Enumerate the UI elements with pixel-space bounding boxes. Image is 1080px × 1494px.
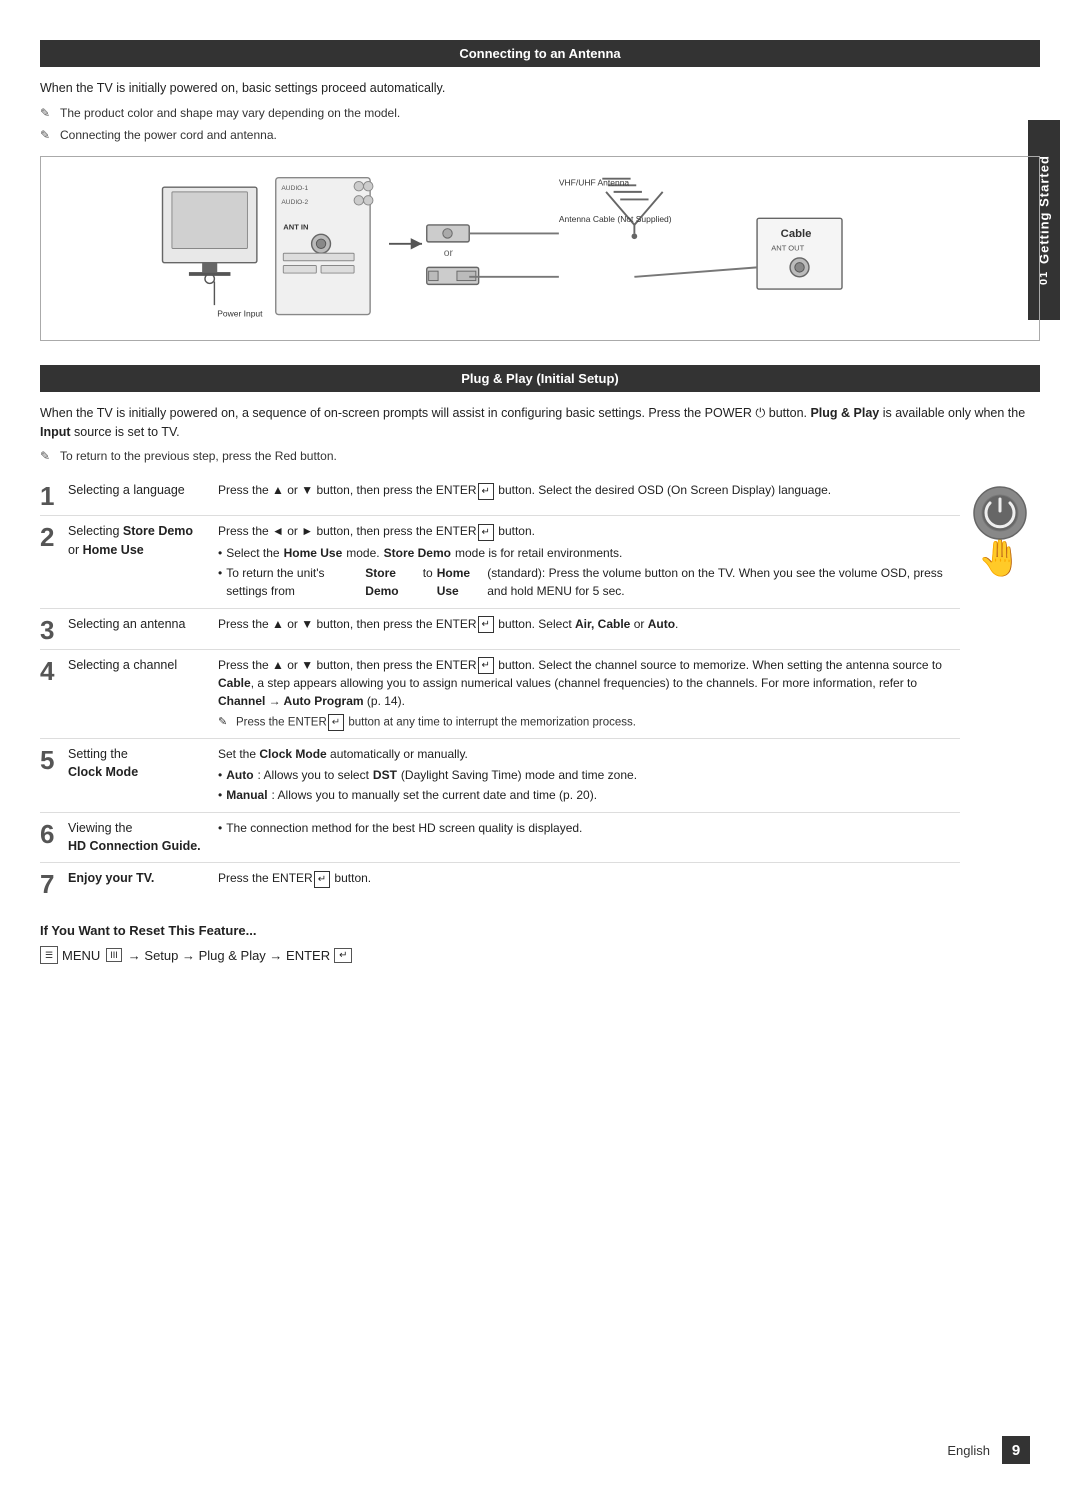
power-sym: ⏻: [755, 406, 768, 420]
step-content-2: Press the ◄ or ► button, then press the …: [218, 522, 960, 601]
enter-icon-7: ↵: [314, 871, 330, 888]
power-btn-svg: [970, 485, 1030, 545]
plug-intro-text1: When the TV is initially powered on, a s…: [40, 406, 752, 420]
step-num-3: 3: [40, 615, 68, 643]
step-content-5: Set the Clock Mode automatically or manu…: [218, 745, 960, 806]
svg-text:ANT IN: ANT IN: [283, 222, 308, 231]
diagram-svg: Power Input AUDIO-1 AUDIO-2 ANT IN: [57, 173, 1023, 324]
reset-title: If You Want to Reset This Feature...: [40, 923, 1040, 938]
step-row-5: 5 Setting theClock Mode Set the Clock Mo…: [40, 739, 960, 813]
footer-lang: English: [947, 1443, 990, 1458]
step2-bullet1: Select the Home Use mode. Store Demo mod…: [218, 544, 960, 562]
step-row-1: 1 Selecting a language Press the ▲ or ▼ …: [40, 475, 960, 516]
svg-text:Cable: Cable: [781, 228, 812, 240]
enter-final: ↵: [334, 948, 352, 963]
antenna-intro: When the TV is initially powered on, bas…: [40, 79, 1040, 98]
antenna-header: Connecting to an Antenna: [40, 40, 1040, 67]
enter-icon-4n: ↵: [328, 714, 344, 731]
enter-icon-2: ↵: [478, 524, 494, 541]
step-title-5: Setting theClock Mode: [68, 745, 218, 783]
menu-icon: ☰: [40, 946, 58, 964]
step6-bullet1: The connection method for the best HD sc…: [218, 819, 960, 837]
svg-text:AUDIO-1: AUDIO-1: [281, 185, 308, 192]
steps-table: 1 Selecting a language Press the ▲ or ▼ …: [40, 475, 960, 903]
step-num-4: 4: [40, 656, 68, 684]
menu-path-rest: → Setup → Plug & Play → ENTER: [128, 948, 330, 963]
svg-text:VHF/UHF Antenna: VHF/UHF Antenna: [559, 177, 630, 187]
enter-icon-1: ↵: [478, 483, 494, 500]
plug-intro-text4: source is set to TV.: [74, 425, 180, 439]
step-row-6: 6 Viewing theHD Connection Guide. The co…: [40, 813, 960, 864]
antenna-diagram: Power Input AUDIO-1 AUDIO-2 ANT IN: [40, 156, 1040, 341]
plug-intro-input: Input: [40, 425, 71, 439]
antenna-section: Connecting to an Antenna When the TV is …: [40, 40, 1040, 341]
step5-sub: Auto: Allows you to select DST (Daylight…: [218, 766, 960, 804]
plug-header: Plug & Play (Initial Setup): [40, 365, 1040, 392]
enter-icon-3: ↵: [478, 616, 494, 633]
plug-intro-text3: is available only when the: [883, 406, 1025, 420]
step4-note: Press the ENTER↵ button at any time to i…: [218, 714, 960, 732]
step-content-7: Press the ENTER↵ button.: [218, 869, 960, 887]
step-num-7: 7: [40, 869, 68, 897]
plug-section: Plug & Play (Initial Setup) When the TV …: [40, 365, 1040, 964]
step-num-5: 5: [40, 745, 68, 773]
page-container: 01 Getting Started Connecting to an Ante…: [20, 0, 1060, 984]
step-title-2: Selecting Store Demoor Home Use: [68, 522, 218, 560]
svg-text:Antenna Cable (Not Supplied): Antenna Cable (Not Supplied): [559, 214, 672, 224]
antenna-note1: The product color and shape may vary dep…: [40, 104, 1040, 122]
step2-bullet2: To return the unit's settings from Store…: [218, 564, 960, 600]
step-title-3: Selecting an antenna: [68, 615, 218, 634]
step2-sub: Select the Home Use mode. Store Demo mod…: [218, 544, 960, 600]
step-num-2: 2: [40, 522, 68, 550]
footer-page: 9: [1002, 1436, 1030, 1464]
step-content-6: The connection method for the best HD sc…: [218, 819, 960, 839]
step5-bullet1: Auto: Allows you to select DST (Daylight…: [218, 766, 960, 784]
enter-icon-4: ↵: [478, 657, 494, 674]
page-footer: English 9: [50, 1436, 1030, 1464]
step-row-2: 2 Selecting Store Demoor Home Use Press …: [40, 516, 960, 608]
antenna-note2: Connecting the power cord and antenna.: [40, 126, 1040, 144]
plug-note: To return to the previous step, press th…: [40, 447, 1040, 465]
reset-section: If You Want to Reset This Feature... ☰ M…: [40, 923, 1040, 964]
step-num-6: 6: [40, 819, 68, 847]
plug-intro-bold: Plug & Play: [810, 406, 879, 420]
step-title-4: Selecting a channel: [68, 656, 218, 675]
step-row-7: 7 Enjoy your TV. Press the ENTER↵ button…: [40, 863, 960, 903]
step-content-3: Press the ▲ or ▼ button, then press the …: [218, 615, 960, 633]
power-btn-container: [970, 485, 1030, 545]
step-title-7: Enjoy your TV.: [68, 869, 218, 888]
svg-text:or: or: [444, 248, 454, 259]
svg-text:ANT OUT: ANT OUT: [771, 243, 804, 252]
step-content-1: Press the ▲ or ▼ button, then press the …: [218, 481, 960, 499]
step-row-3: 3 Selecting an antenna Press the ▲ or ▼ …: [40, 609, 960, 650]
step-title-6: Viewing theHD Connection Guide.: [68, 819, 218, 857]
step-row-4: 4 Selecting a channel Press the ▲ or ▼ b…: [40, 650, 960, 739]
svg-text:Power Input: Power Input: [217, 308, 263, 318]
steps-container: 1 Selecting a language Press the ▲ or ▼ …: [40, 475, 1040, 903]
plug-intro-text2: button.: [769, 406, 811, 420]
power-illustration: 🤚: [960, 475, 1040, 903]
step-content-4: Press the ▲ or ▼ button, then press the …: [218, 656, 960, 732]
step-num-1: 1: [40, 481, 68, 509]
menu-path: ☰ MENU III → Setup → Plug & Play → ENTER…: [40, 946, 1040, 964]
step-title-1: Selecting a language: [68, 481, 218, 500]
menu-box: III: [106, 948, 122, 962]
step5-bullet2: Manual: Allows you to manually set the c…: [218, 786, 960, 804]
plug-intro: When the TV is initially powered on, a s…: [40, 404, 1040, 442]
svg-text:AUDIO-2: AUDIO-2: [281, 199, 308, 206]
menu-path-label: MENU: [62, 948, 100, 963]
